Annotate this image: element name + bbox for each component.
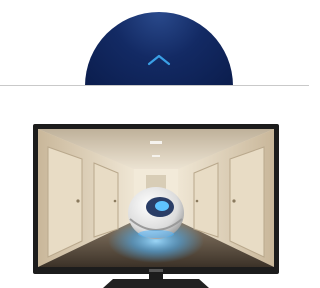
chevron-up-icon — [147, 54, 171, 66]
product-image — [33, 124, 279, 288]
television-icon — [33, 124, 279, 288]
section-divider — [0, 85, 309, 86]
collapse-toggle-button[interactable] — [85, 12, 233, 86]
